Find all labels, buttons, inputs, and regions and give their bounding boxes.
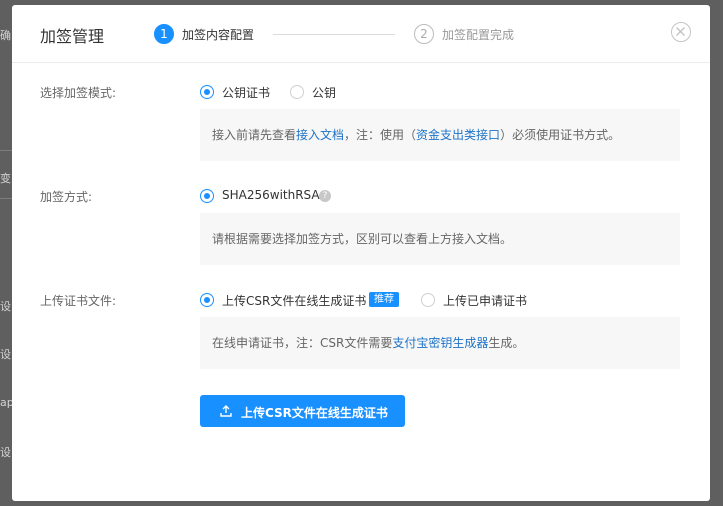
background-text: 设 [0,348,11,361]
radio-checked-icon [200,189,214,203]
background-divider [0,198,12,199]
fund-api-link[interactable]: 资金支出类接口 [416,128,500,142]
sign-mode-options: 公钥证书 公钥 [200,84,700,100]
radio-unchecked-icon [290,85,304,99]
cert-file-hint: 在线申请证书，注：CSR文件需要支付宝密钥生成器生成。 [200,317,680,369]
background-text: ap [0,396,12,409]
radio-label: SHA256withRSA [222,188,320,202]
radio-label: 公钥 [312,86,337,100]
step-2-label: 加签配置完成 [442,28,515,42]
hint-text: ）必须使用证书方式。 [500,128,621,142]
sign-method-hint: 请根据需要选择加签方式，区别可以查看上方接入文档。 [200,213,680,265]
sign-method-label: 加签方式: [40,190,93,204]
close-icon [676,27,685,36]
radio-unchecked-icon [421,293,435,307]
cert-file-label: 上传证书文件: [40,294,117,308]
background-text: 设 [0,446,11,459]
upload-csr-button[interactable]: 上传CSR文件在线生成证书 [200,395,405,427]
background-text: 变 [0,172,11,185]
hint-text: ，注：使用（ [344,128,417,142]
hint-text: 生成。 [488,336,525,350]
sign-mode-label: 选择加签模式: [40,86,117,100]
radio-label: 公钥证书 [222,86,271,100]
step-1-indicator: 1 [154,24,174,44]
upload-icon [220,405,232,417]
signing-config-dialog: 加签管理 1 加签内容配置 2 加签配置完成 选择加签模式: 公钥证书 公钥 接… [12,5,710,501]
hint-text: 接入前请先查看 [212,128,297,142]
step-connector [273,34,395,35]
radio-checked-icon [200,293,214,307]
hint-text: 在线申请证书，注：CSR文件需要 [212,336,393,350]
radio-checked-icon [200,85,214,99]
radio-label: 上传已申请证书 [443,294,528,308]
close-button[interactable] [671,22,691,42]
upload-button-label: 上传CSR文件在线生成证书 [241,406,388,420]
dialog-header: 加签管理 1 加签内容配置 2 加签配置完成 [12,5,710,63]
sign-method-options: SHA256withRSA ? [200,188,700,204]
access-doc-link[interactable]: 接入文档 [296,128,344,142]
step-2-indicator: 2 [414,24,434,44]
key-generator-link[interactable]: 支付宝密钥生成器 [392,336,488,350]
background-divider [0,150,12,151]
background-text: 设 [0,300,11,313]
help-icon[interactable]: ? [319,190,331,202]
sign-mode-hint: 接入前请先查看接入文档，注：使用（资金支出类接口）必须使用证书方式。 [200,109,680,161]
dialog-title: 加签管理 [40,27,105,46]
recommended-badge: 推荐 [369,292,399,307]
background-text: 确 [0,29,11,42]
cert-file-options: 上传CSR文件在线生成证书 推荐 上传已申请证书 [200,292,700,308]
radio-label: 上传CSR文件在线生成证书 [222,294,367,308]
step-1-label: 加签内容配置 [182,28,255,42]
